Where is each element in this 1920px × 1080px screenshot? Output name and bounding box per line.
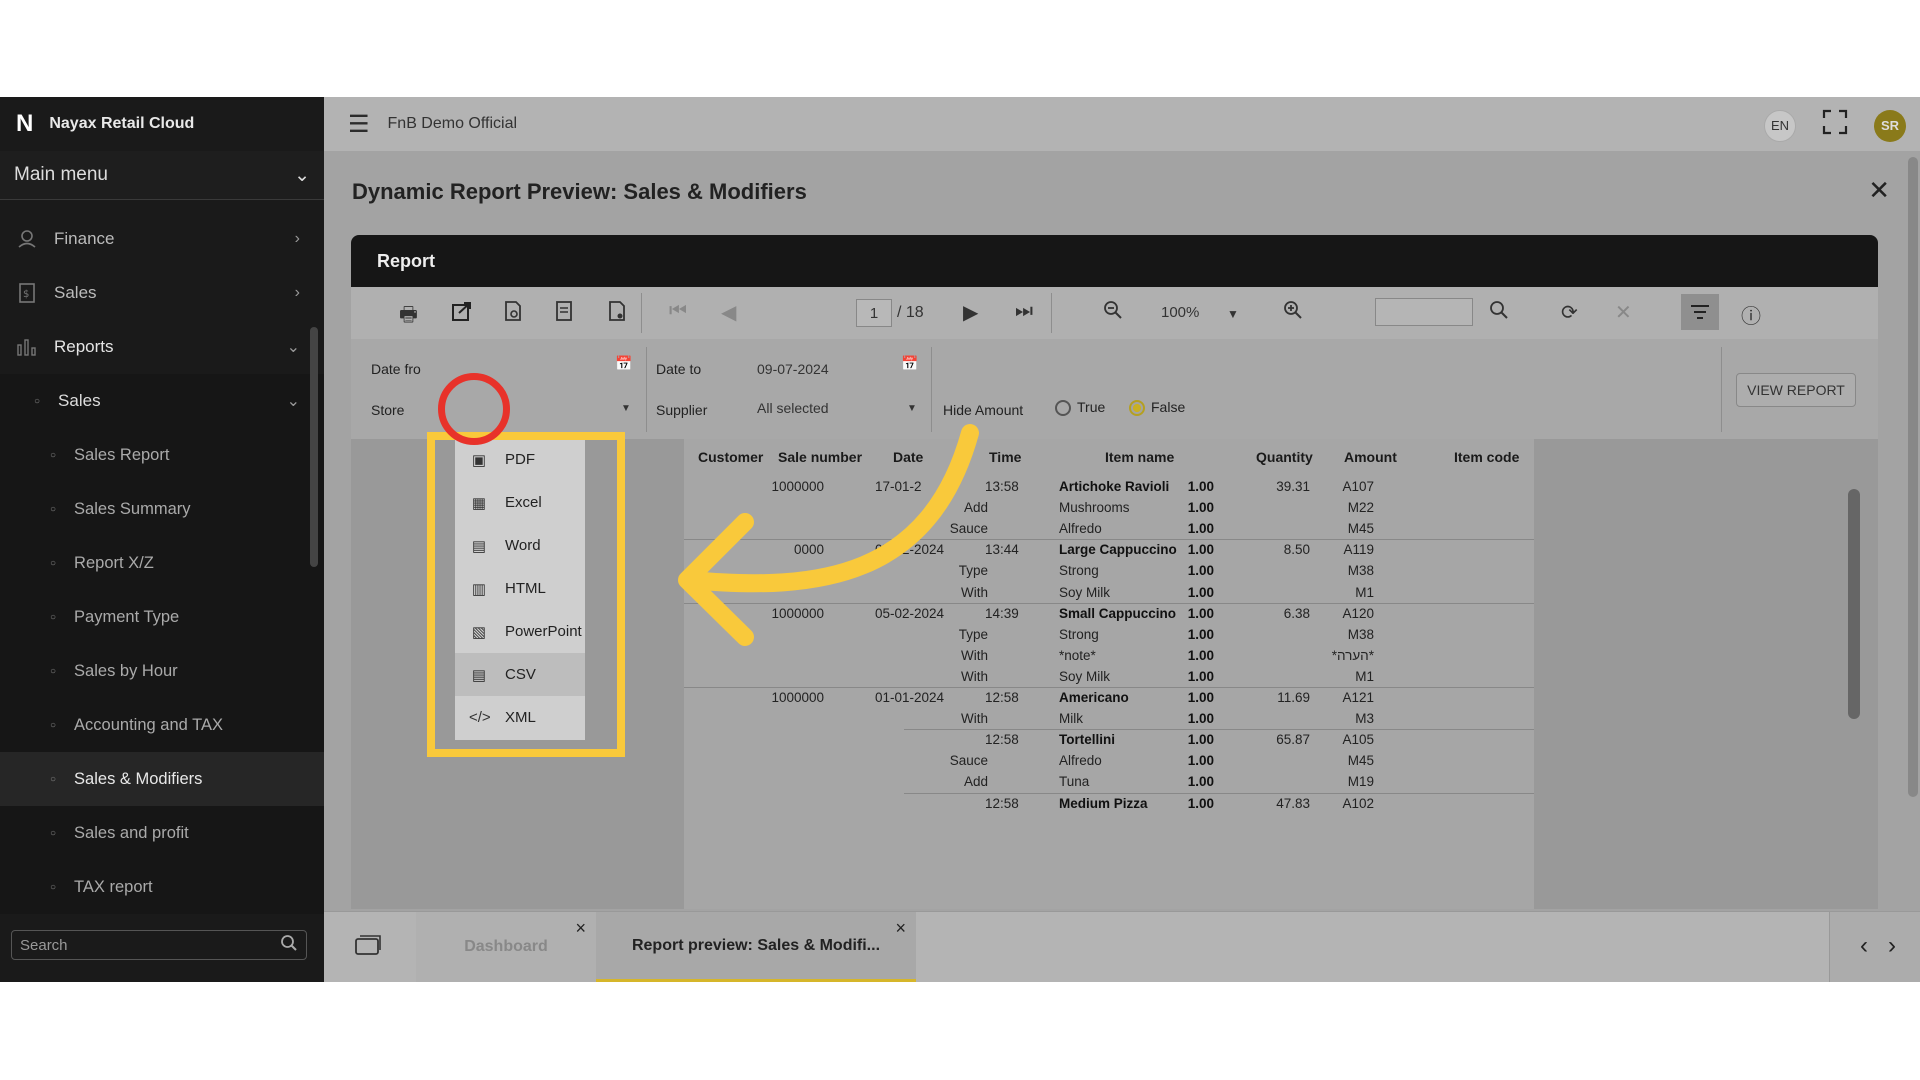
app-window: N Nayax Retail Cloud Main menu ⌄ Finance…	[0, 97, 1920, 982]
curved-arrow-annotation	[678, 424, 979, 646]
